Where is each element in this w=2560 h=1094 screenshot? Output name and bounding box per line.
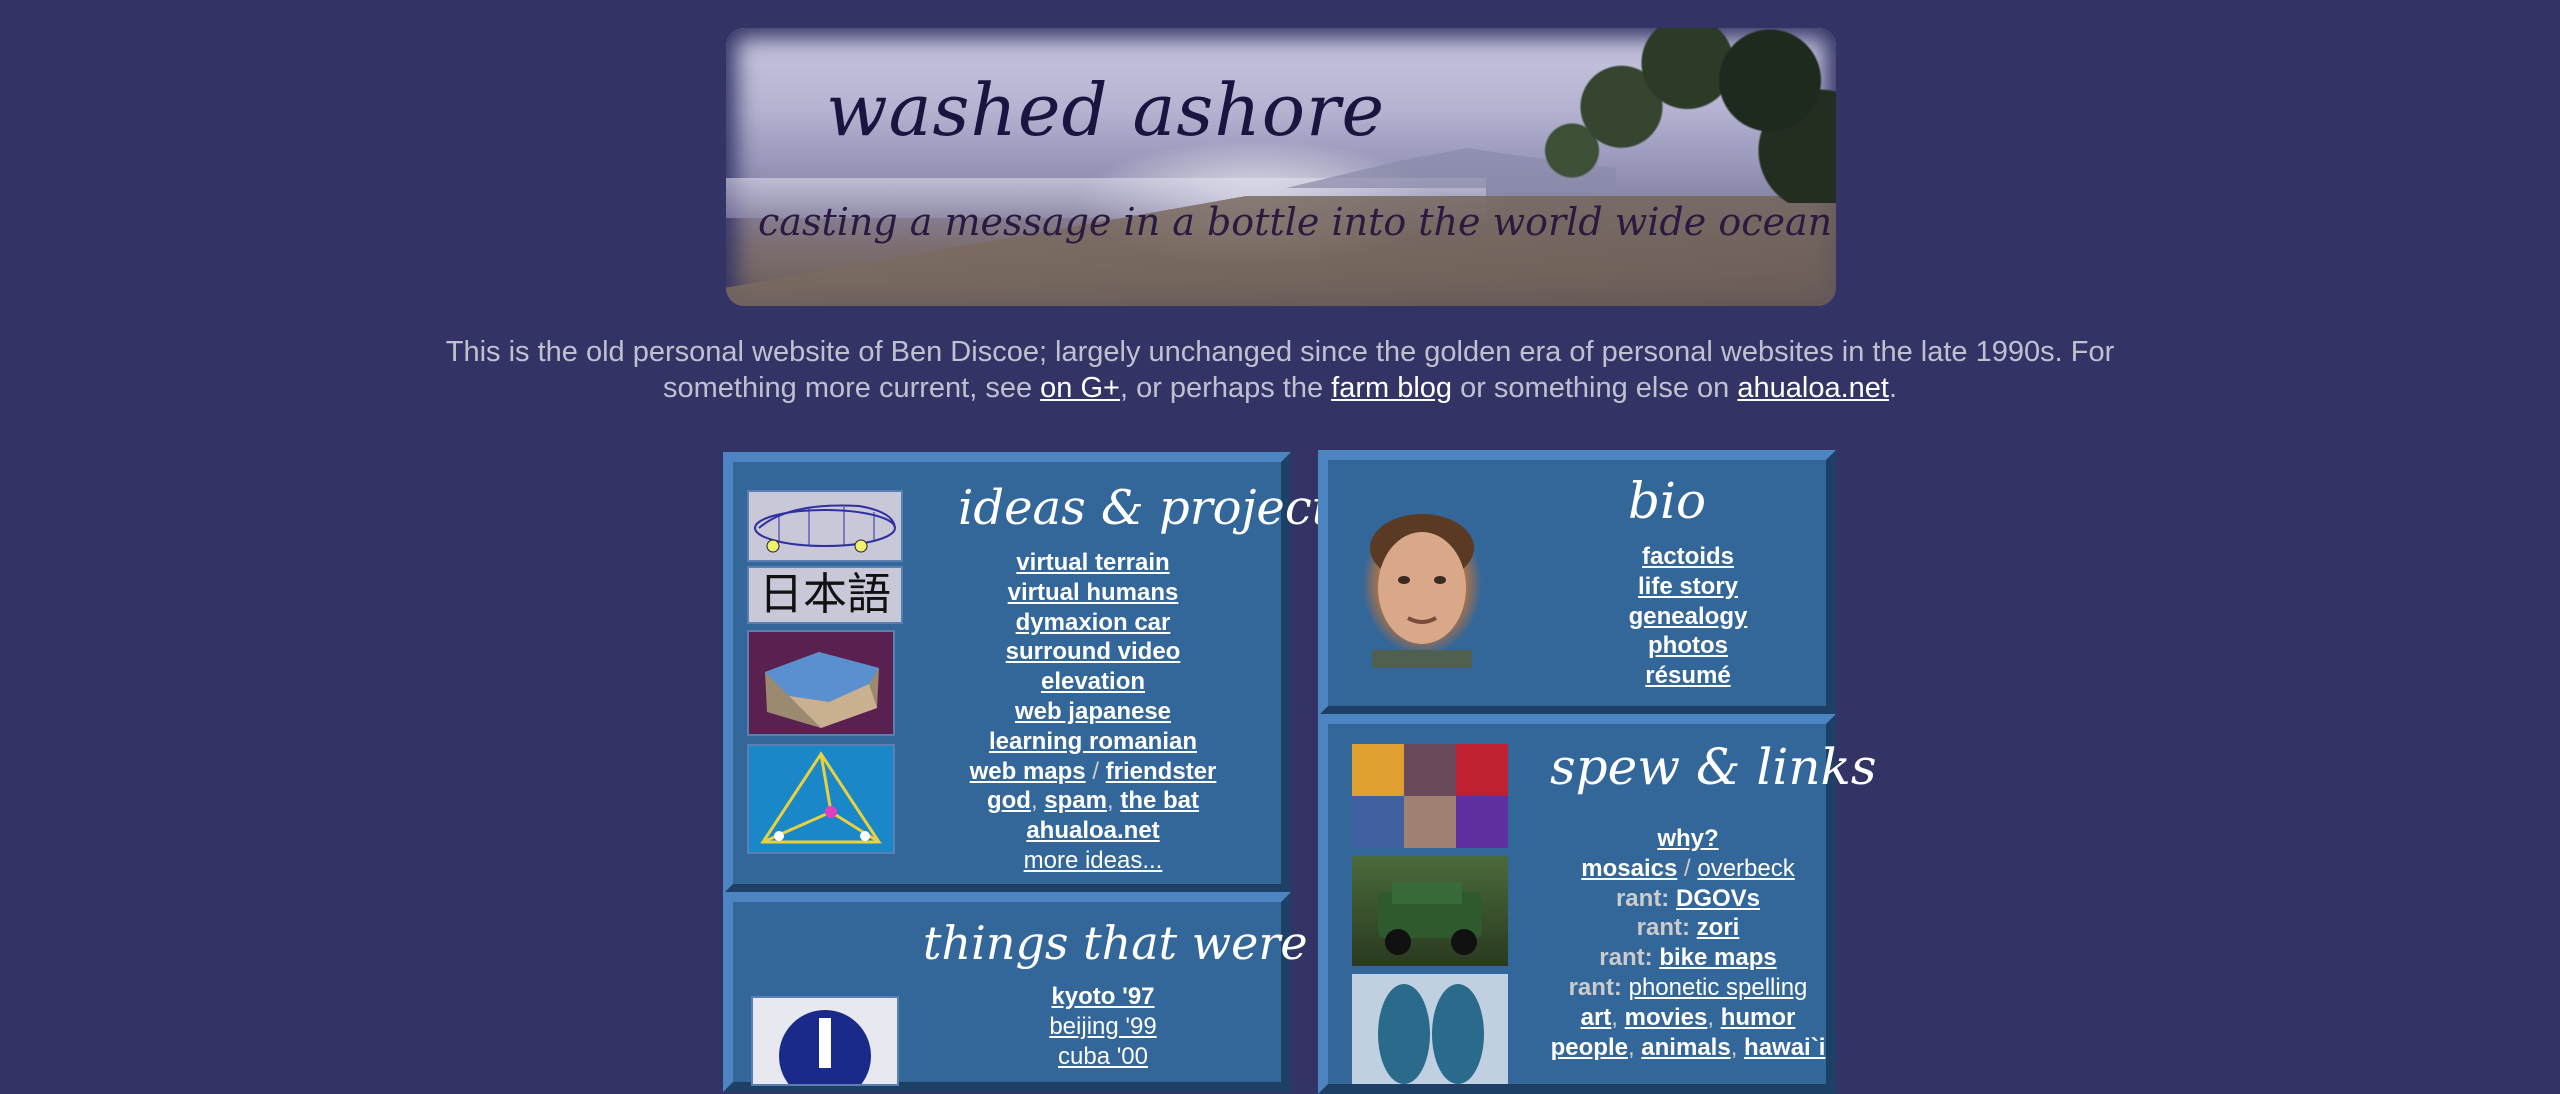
beijing-link[interactable]: beijing '99 xyxy=(1049,1013,1156,1040)
ideas-title: ideas & projects xyxy=(958,480,1356,536)
web-japanese-link[interactable]: web japanese xyxy=(1015,698,1171,725)
comma-separator: , xyxy=(1627,1033,1642,1061)
learning-romanian-link[interactable]: learning romanian xyxy=(989,728,1197,755)
rant-label: rant: xyxy=(1615,884,1670,912)
ideas-projects-box: 日本語 ideas & projects virtual terrain vir… xyxy=(723,452,1356,894)
slash-separator: / xyxy=(1085,757,1106,785)
cuba-link[interactable]: cuba '00 xyxy=(1058,1043,1148,1070)
intro-text: This is the old personal website of Ben … xyxy=(380,334,2180,406)
jeep-photo-icon[interactable] xyxy=(1352,856,1508,966)
overbeck-link[interactable]: overbeck xyxy=(1697,855,1794,882)
logo-thumbnail-icon[interactable] xyxy=(751,996,899,1094)
portrait-photo[interactable] xyxy=(1352,500,1492,668)
virtual-terrain-link[interactable]: virtual terrain xyxy=(1016,549,1169,576)
things-that-were-box: things that were kyoto '97 beijing '99 c… xyxy=(723,892,1308,1094)
art-link[interactable]: art xyxy=(1581,1004,1612,1031)
things-links: kyoto '97 beijing '99 cuba '00 xyxy=(953,982,1253,1071)
phonetic-spelling-link[interactable]: phonetic spelling xyxy=(1629,974,1808,1001)
bio-box: bio factoids life story genealogy photos… xyxy=(1318,450,1836,716)
farm-blog-link[interactable]: farm blog xyxy=(1331,372,1452,404)
ahualoa-link[interactable]: ahualoa.net xyxy=(1737,372,1889,404)
tetrahedron-icon[interactable] xyxy=(747,744,895,854)
banner-trees xyxy=(1506,28,1836,203)
bio-title: bio xyxy=(1628,472,1707,530)
zori-link[interactable]: zori xyxy=(1697,914,1740,941)
web-maps-link[interactable]: web maps xyxy=(970,758,1086,785)
dgovs-link[interactable]: DGOVs xyxy=(1676,885,1760,912)
comma-separator: , xyxy=(1611,1003,1625,1031)
terrain-icon[interactable] xyxy=(747,630,895,736)
kyoto-link[interactable]: kyoto '97 xyxy=(1051,983,1154,1010)
intro-middle1: , or perhaps the xyxy=(1119,372,1332,404)
virtual-humans-link[interactable]: virtual humans xyxy=(1008,579,1179,606)
god-link[interactable]: god xyxy=(987,787,1031,814)
rant-label: rant: xyxy=(1636,914,1690,942)
intro-end: . xyxy=(1888,372,1898,404)
ahualoa-net-link[interactable]: ahualoa.net xyxy=(1026,817,1159,844)
banner-subtitle: casting a message in a bottle into the w… xyxy=(758,200,1833,244)
site-banner: washed ashore casting a message in a bot… xyxy=(726,28,1836,306)
why-link[interactable]: why? xyxy=(1657,825,1718,852)
comma-separator: , xyxy=(1107,787,1121,815)
people-link[interactable]: people xyxy=(1551,1034,1628,1061)
comma-separator: , xyxy=(1730,1033,1745,1061)
slash-separator: / xyxy=(1677,854,1698,882)
spam-link[interactable]: spam xyxy=(1044,787,1107,814)
ideas-links: virtual terrain virtual humans dymaxion … xyxy=(943,548,1243,876)
mosaics-link[interactable]: mosaics xyxy=(1581,855,1677,882)
banner-title: washed ashore xyxy=(826,68,1386,152)
spew-title: spew & links xyxy=(1550,738,1877,796)
zori-sandals-icon[interactable] xyxy=(1352,974,1508,1084)
bio-links: factoids life story genealogy photos rés… xyxy=(1538,542,1838,691)
photos-link[interactable]: photos xyxy=(1648,632,1728,659)
rant-label: rant: xyxy=(1599,944,1653,972)
factoids-link[interactable]: factoids xyxy=(1642,543,1734,570)
the-bat-link[interactable]: the bat xyxy=(1120,787,1199,814)
dymaxion-car-link[interactable]: dymaxion car xyxy=(1016,609,1171,636)
animals-link[interactable]: animals xyxy=(1641,1034,1730,1061)
rant-label: rant: xyxy=(1568,973,1622,1001)
things-title: things that were xyxy=(923,916,1308,970)
life-story-link[interactable]: life story xyxy=(1638,573,1738,600)
humor-link[interactable]: humor xyxy=(1721,1004,1796,1031)
resume-link[interactable]: résumé xyxy=(1645,662,1730,689)
bike-maps-link[interactable]: bike maps xyxy=(1659,944,1776,971)
genealogy-link[interactable]: genealogy xyxy=(1629,603,1748,630)
mosaic-thumbnail-icon[interactable] xyxy=(1352,744,1508,848)
car-wireframe-icon[interactable] xyxy=(747,490,903,562)
surround-video-link[interactable]: surround video xyxy=(1006,638,1181,665)
movies-link[interactable]: movies xyxy=(1625,1004,1708,1031)
more-ideas-link[interactable]: more ideas... xyxy=(1024,847,1163,874)
hawaii-link[interactable]: hawai`i xyxy=(1744,1034,1825,1061)
comma-separator: , xyxy=(1030,787,1045,815)
kanji-text: 日本語 xyxy=(759,569,891,620)
japanese-kanji-icon[interactable]: 日本語 xyxy=(747,566,903,624)
spew-links-box: spew & links why? mosaics / overbeck ran… xyxy=(1318,714,1877,1094)
intro-middle2: or something else on xyxy=(1452,372,1738,404)
elevation-link[interactable]: elevation xyxy=(1041,668,1145,695)
spew-links: why? mosaics / overbeck rant: DGOVs rant… xyxy=(1523,824,1853,1062)
friendster-link[interactable]: friendster xyxy=(1106,758,1217,785)
gplus-link[interactable]: on G+ xyxy=(1040,372,1120,404)
comma-separator: , xyxy=(1707,1003,1721,1031)
